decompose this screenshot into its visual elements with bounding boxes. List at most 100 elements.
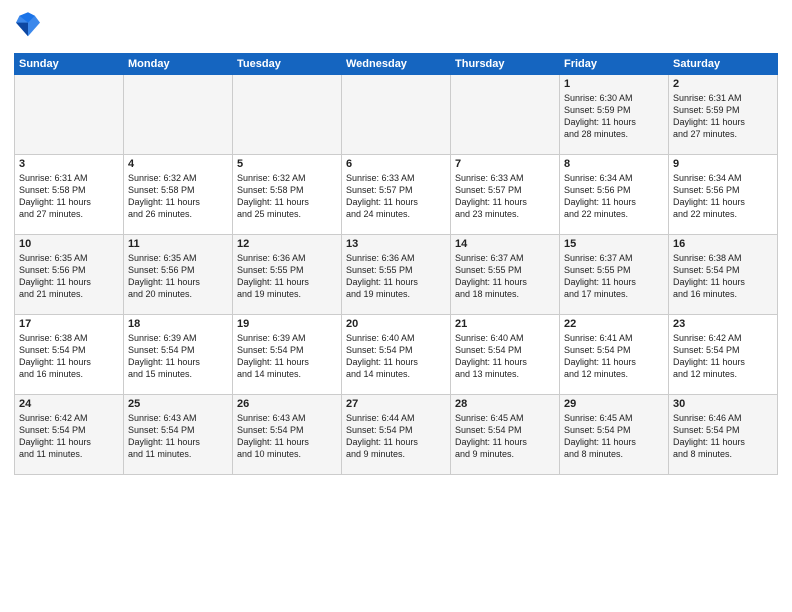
calendar-cell bbox=[124, 75, 233, 155]
day-number: 30 bbox=[673, 398, 773, 410]
calendar-cell: 14 Sunrise: 6:37 AM Sunset: 5:55 PM Dayli… bbox=[451, 235, 560, 315]
calendar-body: 1 Sunrise: 6:30 AM Sunset: 5:59 PM Daylig… bbox=[15, 75, 778, 475]
day-info: Sunrise: 6:43 AM Sunset: 5:54 PM Dayligh… bbox=[237, 412, 337, 461]
day-info: Sunrise: 6:40 AM Sunset: 5:54 PM Dayligh… bbox=[455, 332, 555, 381]
weekday-header-tuesday: Tuesday bbox=[233, 54, 342, 75]
day-info: Sunrise: 6:42 AM Sunset: 5:54 PM Dayligh… bbox=[19, 412, 119, 461]
day-info: Sunrise: 6:39 AM Sunset: 5:54 PM Dayligh… bbox=[237, 332, 337, 381]
calendar-cell: 15Sunrise: 6:37 AM Sunset: 5:55 PM Dayli… bbox=[560, 235, 669, 315]
calendar-cell: 21Sunrise: 6:40 AM Sunset: 5:54 PM Dayli… bbox=[451, 315, 560, 395]
day-info: Sunrise: 6:31 AM Sunset: 5:58 PM Dayligh… bbox=[19, 172, 119, 221]
calendar-cell: 26 Sunrise: 6:43 AM Sunset: 5:54 PM Dayli… bbox=[233, 395, 342, 475]
day-info: Sunrise: 6:37 AM Sunset: 5:55 PM Dayligh… bbox=[455, 252, 555, 301]
page: SundayMondayTuesdayWednesdayThursdayFrid… bbox=[0, 0, 792, 612]
day-info: Sunrise: 6:33 AM Sunset: 5:57 PM Dayligh… bbox=[455, 172, 555, 221]
week-row-4: 24 Sunrise: 6:42 AM Sunset: 5:54 PM Dayli… bbox=[15, 395, 778, 475]
day-info: Sunrise: 6:39 AM Sunset: 5:54 PM Dayligh… bbox=[128, 332, 228, 381]
day-number: 23 bbox=[673, 318, 773, 330]
day-number: 20 bbox=[346, 318, 446, 330]
calendar-cell bbox=[451, 75, 560, 155]
day-number: 12 bbox=[237, 238, 337, 250]
calendar-cell bbox=[233, 75, 342, 155]
logo bbox=[14, 12, 40, 45]
calendar-cell: 22Sunrise: 6:41 AM Sunset: 5:54 PM Dayli… bbox=[560, 315, 669, 395]
header-row: SundayMondayTuesdayWednesdayThursdayFrid… bbox=[15, 54, 778, 75]
day-number: 22 bbox=[564, 318, 664, 330]
calendar-cell: 13 Sunrise: 6:36 AM Sunset: 5:55 PM Dayli… bbox=[342, 235, 451, 315]
day-info: Sunrise: 6:43 AM Sunset: 5:54 PM Dayligh… bbox=[128, 412, 228, 461]
header bbox=[14, 12, 778, 45]
day-info: Sunrise: 6:38 AM Sunset: 5:54 PM Dayligh… bbox=[673, 252, 773, 301]
day-info: Sunrise: 6:32 AM Sunset: 5:58 PM Dayligh… bbox=[237, 172, 337, 221]
day-info: Sunrise: 6:46 AM Sunset: 5:54 PM Dayligh… bbox=[673, 412, 773, 461]
week-row-1: 3 Sunrise: 6:31 AM Sunset: 5:58 PM Daylig… bbox=[15, 155, 778, 235]
day-number: 4 bbox=[128, 158, 228, 170]
week-row-2: 10Sunrise: 6:35 AM Sunset: 5:56 PM Dayli… bbox=[15, 235, 778, 315]
day-info: Sunrise: 6:38 AM Sunset: 5:54 PM Dayligh… bbox=[19, 332, 119, 381]
weekday-header-thursday: Thursday bbox=[451, 54, 560, 75]
day-info: Sunrise: 6:45 AM Sunset: 5:54 PM Dayligh… bbox=[455, 412, 555, 461]
calendar-cell: 17 Sunrise: 6:38 AM Sunset: 5:54 PM Dayli… bbox=[15, 315, 124, 395]
calendar-cell: 6 Sunrise: 6:33 AM Sunset: 5:57 PM Daylig… bbox=[342, 155, 451, 235]
day-number: 7 bbox=[455, 158, 555, 170]
week-row-3: 17 Sunrise: 6:38 AM Sunset: 5:54 PM Dayli… bbox=[15, 315, 778, 395]
calendar-cell: 4 Sunrise: 6:32 AM Sunset: 5:58 PM Daylig… bbox=[124, 155, 233, 235]
day-info: Sunrise: 6:42 AM Sunset: 5:54 PM Dayligh… bbox=[673, 332, 773, 381]
day-info: Sunrise: 6:35 AM Sunset: 5:56 PM Dayligh… bbox=[128, 252, 228, 301]
calendar-cell: 12 Sunrise: 6:36 AM Sunset: 5:55 PM Dayli… bbox=[233, 235, 342, 315]
weekday-header-friday: Friday bbox=[560, 54, 669, 75]
day-info: Sunrise: 6:45 AM Sunset: 5:54 PM Dayligh… bbox=[564, 412, 664, 461]
day-info: Sunrise: 6:31 AM Sunset: 5:59 PM Dayligh… bbox=[673, 92, 773, 141]
weekday-header-saturday: Saturday bbox=[669, 54, 778, 75]
day-info: Sunrise: 6:34 AM Sunset: 5:56 PM Dayligh… bbox=[564, 172, 664, 221]
calendar-cell: 5 Sunrise: 6:32 AM Sunset: 5:58 PM Daylig… bbox=[233, 155, 342, 235]
calendar-cell: 9 Sunrise: 6:34 AM Sunset: 5:56 PM Daylig… bbox=[669, 155, 778, 235]
day-number: 8 bbox=[564, 158, 664, 170]
day-number: 5 bbox=[237, 158, 337, 170]
calendar-cell: 30 Sunrise: 6:46 AM Sunset: 5:54 PM Dayli… bbox=[669, 395, 778, 475]
calendar-cell: 24 Sunrise: 6:42 AM Sunset: 5:54 PM Dayli… bbox=[15, 395, 124, 475]
calendar-cell: 2 Sunrise: 6:31 AM Sunset: 5:59 PM Daylig… bbox=[669, 75, 778, 155]
day-info: Sunrise: 6:37 AM Sunset: 5:55 PM Dayligh… bbox=[564, 252, 664, 301]
logo-icon bbox=[16, 12, 40, 40]
calendar-cell: 27Sunrise: 6:44 AM Sunset: 5:54 PM Dayli… bbox=[342, 395, 451, 475]
day-info: Sunrise: 6:32 AM Sunset: 5:58 PM Dayligh… bbox=[128, 172, 228, 221]
day-info: Sunrise: 6:36 AM Sunset: 5:55 PM Dayligh… bbox=[237, 252, 337, 301]
calendar-cell: 19 Sunrise: 6:39 AM Sunset: 5:54 PM Dayli… bbox=[233, 315, 342, 395]
calendar-cell: 28 Sunrise: 6:45 AM Sunset: 5:54 PM Dayli… bbox=[451, 395, 560, 475]
day-number: 29 bbox=[564, 398, 664, 410]
day-number: 19 bbox=[237, 318, 337, 330]
day-info: Sunrise: 6:30 AM Sunset: 5:59 PM Dayligh… bbox=[564, 92, 664, 141]
day-number: 3 bbox=[19, 158, 119, 170]
day-number: 17 bbox=[19, 318, 119, 330]
day-number: 25 bbox=[128, 398, 228, 410]
calendar-cell: 7 Sunrise: 6:33 AM Sunset: 5:57 PM Daylig… bbox=[451, 155, 560, 235]
day-number: 28 bbox=[455, 398, 555, 410]
calendar-cell: 3 Sunrise: 6:31 AM Sunset: 5:58 PM Daylig… bbox=[15, 155, 124, 235]
day-number: 2 bbox=[673, 78, 773, 90]
day-info: Sunrise: 6:34 AM Sunset: 5:56 PM Dayligh… bbox=[673, 172, 773, 221]
calendar-cell: 10Sunrise: 6:35 AM Sunset: 5:56 PM Dayli… bbox=[15, 235, 124, 315]
calendar-cell bbox=[342, 75, 451, 155]
day-number: 9 bbox=[673, 158, 773, 170]
day-number: 13 bbox=[346, 238, 446, 250]
calendar-cell: 29 Sunrise: 6:45 AM Sunset: 5:54 PM Dayli… bbox=[560, 395, 669, 475]
day-number: 14 bbox=[455, 238, 555, 250]
day-number: 18 bbox=[128, 318, 228, 330]
day-number: 24 bbox=[19, 398, 119, 410]
calendar-cell: 11 Sunrise: 6:35 AM Sunset: 5:56 PM Dayli… bbox=[124, 235, 233, 315]
calendar-cell: 23 Sunrise: 6:42 AM Sunset: 5:54 PM Dayli… bbox=[669, 315, 778, 395]
day-number: 16 bbox=[673, 238, 773, 250]
calendar-cell: 1 Sunrise: 6:30 AM Sunset: 5:59 PM Daylig… bbox=[560, 75, 669, 155]
day-number: 11 bbox=[128, 238, 228, 250]
calendar-cell: 20Sunrise: 6:40 AM Sunset: 5:54 PM Dayli… bbox=[342, 315, 451, 395]
day-info: Sunrise: 6:36 AM Sunset: 5:55 PM Dayligh… bbox=[346, 252, 446, 301]
day-number: 1 bbox=[564, 78, 664, 90]
day-number: 6 bbox=[346, 158, 446, 170]
day-info: Sunrise: 6:33 AM Sunset: 5:57 PM Dayligh… bbox=[346, 172, 446, 221]
weekday-header-wednesday: Wednesday bbox=[342, 54, 451, 75]
week-row-0: 1 Sunrise: 6:30 AM Sunset: 5:59 PM Daylig… bbox=[15, 75, 778, 155]
calendar-cell: 18 Sunrise: 6:39 AM Sunset: 5:54 PM Dayli… bbox=[124, 315, 233, 395]
calendar-cell: 8 Sunrise: 6:34 AM Sunset: 5:56 PM Daylig… bbox=[560, 155, 669, 235]
day-number: 26 bbox=[237, 398, 337, 410]
